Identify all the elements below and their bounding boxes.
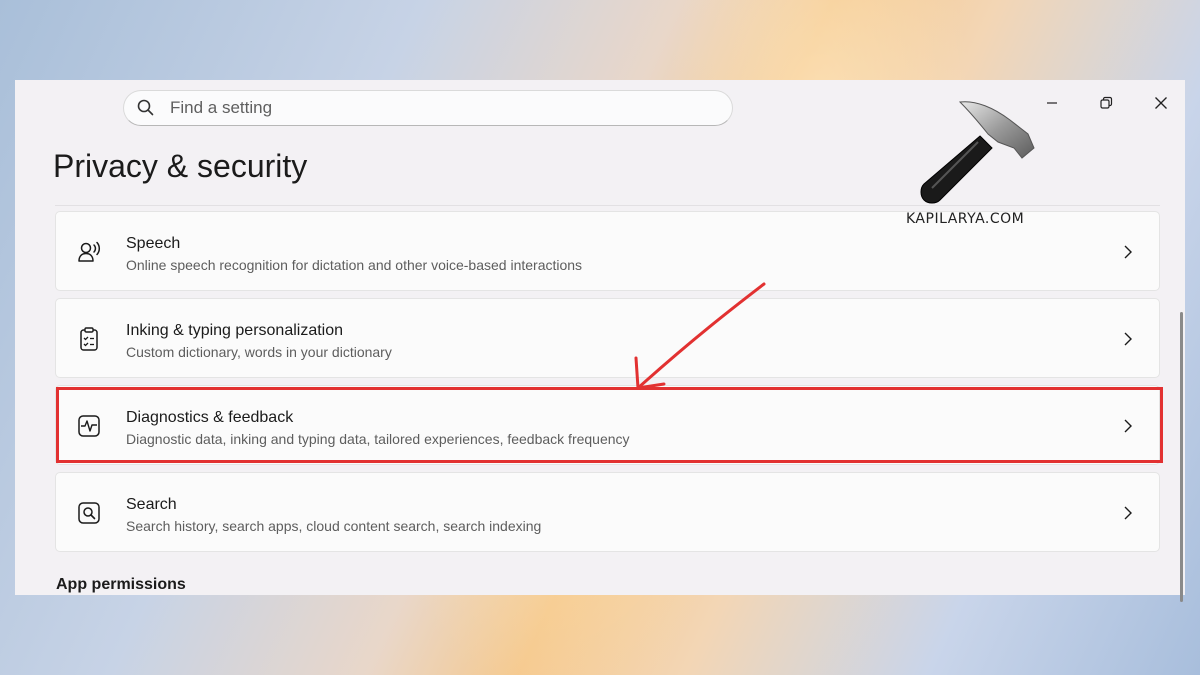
chevron-right-icon xyxy=(1124,332,1132,346)
setting-description: Diagnostic data, inking and typing data,… xyxy=(126,431,630,447)
setting-description: Custom dictionary, words in your diction… xyxy=(126,344,392,360)
page-title: Privacy & security xyxy=(53,148,308,184)
scrollbar-thumb[interactable] xyxy=(1180,312,1183,602)
setting-card-diagnostics-feedback[interactable]: Diagnostics & feedback Diagnostic data, … xyxy=(55,385,1160,465)
close-button[interactable] xyxy=(1146,88,1176,118)
annotation-arrow-icon xyxy=(634,282,766,390)
minimize-button[interactable] xyxy=(1037,88,1067,118)
app-permissions-heading: App permissions xyxy=(56,576,186,593)
search-box[interactable] xyxy=(123,90,733,126)
restore-button[interactable] xyxy=(1091,88,1121,118)
setting-title: Diagnostics & feedback xyxy=(126,409,294,426)
setting-title: Search xyxy=(126,496,177,513)
setting-description: Online speech recognition for dictation … xyxy=(126,257,583,273)
pulse-icon xyxy=(78,415,100,437)
kapilarya-logo: KAPILARYA.COM xyxy=(900,98,1040,230)
chevron-right-icon xyxy=(1124,419,1132,433)
logo-text: KAPILARYA.COM xyxy=(906,211,1025,227)
close-icon xyxy=(1155,97,1167,109)
setting-card-search[interactable]: Search Search history, search apps, clou… xyxy=(55,472,1160,552)
setting-card-inking-typing[interactable]: Inking & typing personalization Custom d… xyxy=(55,298,1160,378)
setting-title: Speech xyxy=(126,235,181,252)
hammer-icon xyxy=(920,101,1035,204)
speech-icon xyxy=(78,241,101,262)
chevron-right-icon xyxy=(1124,245,1132,259)
minimize-icon xyxy=(1047,102,1057,104)
restore-icon xyxy=(1100,96,1113,109)
setting-description: Search history, search apps, cloud conte… xyxy=(126,518,542,534)
setting-title: Inking & typing personalization xyxy=(126,322,344,339)
chevron-right-icon xyxy=(1124,506,1132,520)
search-icon xyxy=(137,99,154,116)
search-input[interactable] xyxy=(168,97,692,119)
clipboard-checklist-icon xyxy=(80,327,98,351)
search-box-icon xyxy=(78,502,100,524)
